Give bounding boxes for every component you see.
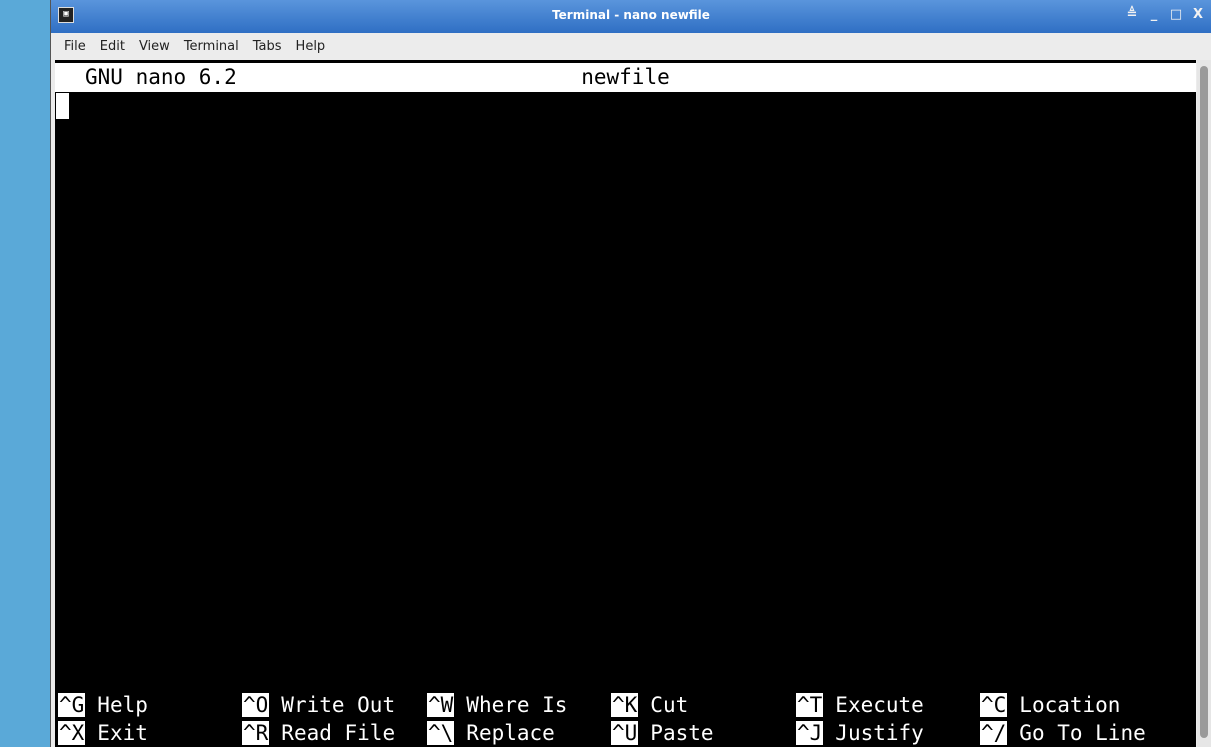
shortcut-key: ^J: [796, 721, 824, 745]
shortcut-location: ^C Location: [980, 691, 1120, 719]
shortcut-label: Execute: [835, 693, 924, 717]
shortcut-justify: ^J Justify: [796, 719, 924, 747]
shortcut-key: ^/: [980, 721, 1008, 745]
menu-view[interactable]: View: [132, 39, 177, 54]
shortcut-label: Go To Line: [1019, 721, 1146, 745]
shortcut-row-1: ^G Help ^O Write Out ^W Where Is ^K Cut ^T Ex…: [55, 691, 1196, 719]
shade-icon[interactable]: ≜: [1125, 7, 1139, 23]
shortcut-cut: ^K Cut: [611, 691, 688, 719]
shortcut-label: Write Out: [281, 693, 396, 717]
window-title: Terminal - nano newfile: [552, 8, 710, 22]
minimize-icon[interactable]: _: [1147, 7, 1161, 23]
shortcut-label: Exit: [97, 721, 148, 745]
window-controls: ≜ _ □ X: [1125, 7, 1205, 23]
shortcut-write-out: ^O Write Out: [242, 691, 395, 719]
shortcut-paste: ^U Paste: [611, 719, 714, 747]
title-bar[interactable]: ▣ Terminal - nano newfile ≜ _ □ X: [51, 0, 1211, 34]
shortcut-key: ^\: [427, 721, 455, 745]
shortcut-key: ^T: [796, 693, 824, 717]
menu-file[interactable]: File: [51, 39, 93, 54]
shortcut-label: Help: [97, 693, 148, 717]
menu-bar: File Edit View Terminal Tabs Help: [51, 33, 1211, 59]
nano-shortcut-bar: ^G Help ^O Write Out ^W Where Is ^K Cut ^T Ex…: [55, 691, 1196, 747]
shortcut-replace: ^\ Replace: [427, 719, 555, 747]
shortcut-label: Replace: [466, 721, 555, 745]
shortcut-execute: ^T Execute: [796, 691, 924, 719]
menu-tabs[interactable]: Tabs: [246, 39, 289, 54]
shortcut-key: ^K: [611, 693, 639, 717]
shortcut-key: ^X: [58, 721, 86, 745]
nano-header-bar: GNU nano 6.2 newfile: [55, 63, 1196, 92]
scrollbar-thumb[interactable]: [1200, 66, 1208, 738]
terminal-scrollbar[interactable]: [1197, 60, 1211, 747]
shortcut-key: ^W: [427, 693, 455, 717]
shortcut-key: ^R: [242, 721, 270, 745]
shortcut-where-is: ^W Where Is: [427, 691, 567, 719]
terminal-area[interactable]: GNU nano 6.2 newfile ^G Help ^O Write Out …: [55, 60, 1196, 747]
menu-edit[interactable]: Edit: [93, 39, 132, 54]
shortcut-key: ^O: [242, 693, 270, 717]
close-icon[interactable]: X: [1191, 7, 1205, 23]
shortcut-exit: ^X Exit: [58, 719, 148, 747]
shortcut-row-2: ^X Exit ^R Read File ^\ Replace ^U Paste ^J J…: [55, 719, 1196, 747]
terminal-window: ▣ Terminal - nano newfile ≜ _ □ X File E…: [50, 0, 1211, 747]
shortcut-label: Paste: [650, 721, 714, 745]
shortcut-label: Justify: [835, 721, 924, 745]
shortcut-key: ^U: [611, 721, 639, 745]
shortcut-read-file: ^R Read File: [242, 719, 395, 747]
nano-filename: newfile: [581, 65, 670, 89]
menu-help[interactable]: Help: [289, 39, 333, 54]
shortcut-label: Where Is: [466, 693, 568, 717]
shortcut-go-to-line: ^/ Go To Line: [980, 719, 1146, 747]
menu-terminal[interactable]: Terminal: [177, 39, 246, 54]
shortcut-label: Read File: [281, 721, 396, 745]
shortcut-label: Cut: [650, 693, 689, 717]
maximize-icon[interactable]: □: [1169, 7, 1183, 23]
text-cursor: [56, 93, 69, 119]
shortcut-key: ^C: [980, 693, 1008, 717]
shortcut-key: ^G: [58, 693, 86, 717]
shortcut-label: Location: [1019, 693, 1121, 717]
shortcut-help: ^G Help: [58, 691, 148, 719]
